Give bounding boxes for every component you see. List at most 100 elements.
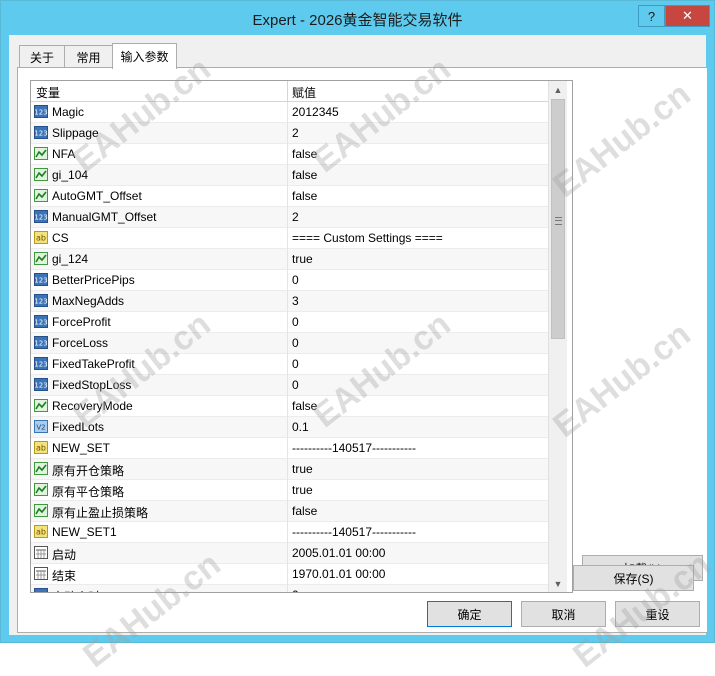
close-button[interactable]: ✕: [665, 5, 710, 27]
parameter-value[interactable]: true: [292, 462, 313, 476]
parameter-row[interactable]: 原有开仓策略 true: [31, 459, 548, 480]
parameter-value[interactable]: 2005.01.01 00:00: [292, 546, 385, 560]
integer-icon: 123: [34, 378, 48, 391]
parameter-row[interactable]: 123 FixedTakeProfit 0: [31, 354, 548, 375]
parameter-row[interactable]: 123 启动小时1 0: [31, 585, 548, 594]
cell-divider: [287, 501, 288, 522]
parameter-row[interactable]: 启动 2005.01.01 00:00: [31, 543, 548, 564]
boolean-icon: [34, 399, 48, 412]
parameter-value[interactable]: false: [292, 168, 317, 182]
parameter-value[interactable]: 3: [292, 294, 299, 308]
scroll-up-arrow[interactable]: ▲: [549, 81, 567, 98]
scroll-thumb[interactable]: [551, 99, 565, 339]
parameter-name: CS: [52, 231, 69, 245]
parameter-value[interactable]: true: [292, 483, 313, 497]
parameter-row[interactable]: ab NEW_SET ----------140517-----------: [31, 438, 548, 459]
string-icon: ab: [34, 231, 48, 244]
parameter-row[interactable]: 123 MaxNegAdds 3: [31, 291, 548, 312]
parameter-value[interactable]: 0: [292, 273, 299, 287]
parameter-row[interactable]: 123 BetterPricePips 0: [31, 270, 548, 291]
parameter-value[interactable]: true: [292, 252, 313, 266]
svg-text:123: 123: [34, 592, 47, 594]
tab-about[interactable]: 关于: [19, 45, 65, 68]
parameter-value[interactable]: false: [292, 147, 317, 161]
cell-divider: [287, 333, 288, 354]
parameter-row[interactable]: 原有止盈止损策略 false: [31, 501, 548, 522]
cell-divider: [287, 585, 288, 592]
parameter-row[interactable]: 结束 1970.01.01 00:00: [31, 564, 548, 585]
parameter-value[interactable]: 1970.01.01 00:00: [292, 567, 385, 581]
help-button[interactable]: ?: [638, 5, 665, 27]
integer-icon: 123: [34, 273, 48, 286]
parameter-name: ManualGMT_Offset: [52, 210, 157, 224]
parameter-value[interactable]: false: [292, 399, 317, 413]
parameter-value[interactable]: 2012345: [292, 105, 339, 119]
svg-text:ab: ab: [36, 234, 46, 243]
cell-divider: [287, 165, 288, 186]
parameter-value[interactable]: ==== Custom Settings ====: [292, 231, 443, 245]
parameter-value[interactable]: 0: [292, 315, 299, 329]
parameter-value[interactable]: false: [292, 189, 317, 203]
parameter-name: MaxNegAdds: [52, 294, 125, 308]
boolean-icon: [34, 483, 48, 496]
boolean-icon: [34, 147, 48, 160]
parameter-value[interactable]: 0: [292, 336, 299, 350]
parameter-name: AutoGMT_Offset: [52, 189, 142, 203]
parameter-row[interactable]: 123 Slippage 2: [31, 123, 548, 144]
svg-text:ab: ab: [36, 528, 46, 537]
parameter-value[interactable]: 0: [292, 378, 299, 392]
cell-divider: [287, 270, 288, 291]
parameter-name: FixedLots: [52, 420, 105, 434]
parameter-row[interactable]: 123 ForceLoss 0: [31, 333, 548, 354]
column-header-value[interactable]: 赋值: [292, 84, 316, 101]
parameter-name: 启动小时1: [52, 588, 107, 592]
expert-dialog: Expert - 2026黄金智能交易软件 ? ✕ 关于 常用 输入参数 变量 …: [0, 0, 715, 675]
dialog-body: 关于 常用 输入参数 变量 赋值 123 Magic 2012345 123 Slipp…: [9, 35, 708, 635]
integer-icon: 123: [34, 126, 48, 139]
parameter-row[interactable]: 123 ForceProfit 0: [31, 312, 548, 333]
vertical-scrollbar[interactable]: ▲ ▼: [548, 81, 567, 592]
cancel-button[interactable]: 取消: [521, 601, 606, 627]
boolean-icon: [34, 168, 48, 181]
parameter-row[interactable]: 123 ManualGMT_Offset 2: [31, 207, 548, 228]
title-bar[interactable]: Expert - 2026黄金智能交易软件 ? ✕: [1, 1, 714, 35]
tab-common[interactable]: 常用: [64, 45, 113, 68]
parameter-row[interactable]: 123 Magic 2012345: [31, 102, 548, 123]
parameters-grid[interactable]: 变量 赋值 123 Magic 2012345 123 Slippage 2 NFA fals…: [30, 80, 573, 593]
parameter-row[interactable]: 原有平仓策略 true: [31, 480, 548, 501]
parameter-row[interactable]: V2 FixedLots 0.1: [31, 417, 548, 438]
save-button[interactable]: 保存(S): [573, 565, 694, 591]
parameter-row[interactable]: NFA false: [31, 144, 548, 165]
parameter-name: ForceLoss: [52, 336, 109, 350]
parameter-value[interactable]: 0: [292, 357, 299, 371]
parameter-row[interactable]: ab CS ==== Custom Settings ====: [31, 228, 548, 249]
integer-icon: 123: [34, 315, 48, 328]
parameter-row[interactable]: RecoveryMode false: [31, 396, 548, 417]
parameter-value[interactable]: 0: [292, 588, 299, 592]
parameter-value[interactable]: 0.1: [292, 420, 309, 434]
parameter-value[interactable]: 2: [292, 126, 299, 140]
ok-button[interactable]: 确定: [427, 601, 512, 627]
svg-text:V2: V2: [36, 424, 45, 432]
parameter-name: NEW_SET1: [52, 525, 117, 539]
boolean-icon: [34, 252, 48, 265]
cell-divider: [287, 438, 288, 459]
tab-inputs[interactable]: 输入参数: [112, 43, 177, 69]
parameter-value[interactable]: ----------140517-----------: [292, 441, 416, 455]
cell-divider: [287, 207, 288, 228]
parameter-value[interactable]: 2: [292, 210, 299, 224]
column-divider[interactable]: [287, 81, 288, 101]
reset-button[interactable]: 重设: [615, 601, 700, 627]
parameter-value[interactable]: false: [292, 504, 317, 518]
cell-divider: [287, 459, 288, 480]
parameter-row[interactable]: AutoGMT_Offset false: [31, 186, 548, 207]
parameter-value[interactable]: ----------140517-----------: [292, 525, 416, 539]
scroll-down-arrow[interactable]: ▼: [549, 575, 567, 592]
parameter-row[interactable]: gi_104 false: [31, 165, 548, 186]
grid-rows: 123 Magic 2012345 123 Slippage 2 NFA false gi_10…: [31, 102, 548, 594]
parameter-row[interactable]: 123 FixedStopLoss 0: [31, 375, 548, 396]
parameter-row[interactable]: ab NEW_SET1 ----------140517-----------: [31, 522, 548, 543]
parameter-row[interactable]: gi_124 true: [31, 249, 548, 270]
column-header-variable[interactable]: 变量: [36, 84, 60, 101]
svg-text:123: 123: [34, 340, 47, 348]
